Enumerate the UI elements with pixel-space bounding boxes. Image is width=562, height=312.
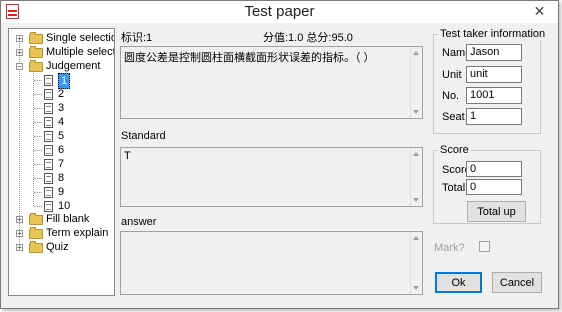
tree-item-label: 7 xyxy=(58,158,65,170)
collapse-icon[interactable]: − xyxy=(16,63,23,71)
tree-item-label: 3 xyxy=(58,102,65,114)
seat-field[interactable]: 1 xyxy=(466,108,522,125)
taker-info-title: Test taker information xyxy=(438,28,548,40)
expand-icon[interactable]: + xyxy=(16,35,23,43)
tree-item-label: Term explain xyxy=(46,227,109,239)
document-icon xyxy=(44,75,53,86)
tree-item-label: 4 xyxy=(58,116,65,128)
tree-item-judgement-7[interactable]: 7 xyxy=(9,157,114,171)
unit-label: Unit xyxy=(442,69,462,81)
tree-item-judgement-6[interactable]: 6 xyxy=(9,143,114,157)
cancel-button[interactable]: Cancel xyxy=(492,272,542,293)
document-icon xyxy=(44,173,53,184)
mark-label: Mark? xyxy=(434,242,465,254)
document-icon xyxy=(44,159,53,170)
folder-icon xyxy=(29,227,43,239)
seat-label: Seat xyxy=(442,111,465,123)
tree-item-term-explain[interactable]: + Term explain xyxy=(9,226,114,240)
tree-item-fill-blank[interactable]: + Fill blank xyxy=(9,212,114,226)
answer-box[interactable] xyxy=(120,231,423,295)
standard-answer-value: T xyxy=(124,150,131,162)
tree-item-label: 10 xyxy=(58,200,71,212)
no-label: No. xyxy=(442,90,460,102)
tree-item-label: Multiple selection xyxy=(46,46,115,58)
question-score-label: 分值:1.0 总分:95.0 xyxy=(263,32,353,44)
tree-item-judgement-10[interactable]: 10 xyxy=(9,199,114,213)
folder-icon xyxy=(29,32,43,44)
tree-item-judgement-9[interactable]: 9 xyxy=(9,185,114,199)
folder-icon xyxy=(29,241,43,253)
tree-item-judgement-1[interactable]: 1 xyxy=(9,73,114,89)
tree-item-multiple-selection[interactable]: + Multiple selection xyxy=(9,45,115,59)
tree-item-single-selection[interactable]: + Single selection xyxy=(9,31,114,45)
tree-item-label: Single selection xyxy=(46,32,114,44)
folder-open-icon xyxy=(29,60,43,72)
document-icon xyxy=(44,145,53,156)
title-bar: Test paper ✕ xyxy=(1,1,558,23)
document-icon xyxy=(44,117,53,128)
tree-item-label: 9 xyxy=(58,186,65,198)
test-paper-window: Test paper ✕ + Single selection + Multip… xyxy=(0,0,559,309)
standard-answer-box[interactable]: T xyxy=(120,147,423,207)
answer-label: answer xyxy=(121,216,157,228)
ok-button[interactable]: Ok xyxy=(435,272,482,293)
tree-item-label: Quiz xyxy=(46,241,69,253)
tree-item-label: Fill blank xyxy=(46,213,90,225)
close-icon[interactable]: ✕ xyxy=(522,1,557,22)
scrollbar[interactable] xyxy=(410,148,422,206)
question-text-box[interactable]: 圆度公差是控制圆柱面横截面形状误差的指标。（ ） xyxy=(120,46,423,119)
total-field[interactable]: 0 xyxy=(466,179,522,195)
tree-item-label: 2 xyxy=(58,88,65,100)
unit-field[interactable]: unit xyxy=(466,66,522,83)
window-title: Test paper xyxy=(244,3,315,20)
expand-icon[interactable]: + xyxy=(16,244,23,252)
tree-item-judgement-8[interactable]: 8 xyxy=(9,171,114,185)
tree-item-label: 8 xyxy=(58,172,65,184)
document-icon xyxy=(44,131,53,142)
number-field[interactable]: 1001 xyxy=(466,87,522,104)
expand-icon[interactable]: + xyxy=(16,216,23,224)
standard-label: Standard xyxy=(121,130,166,142)
tree-item-label: 6 xyxy=(58,144,65,156)
tree-item-judgement[interactable]: − Judgement xyxy=(9,59,114,73)
question-text: 圆度公差是控制圆柱面横截面形状误差的指标。（ ） xyxy=(124,52,375,64)
score-field[interactable]: 0 xyxy=(466,161,522,177)
tree-item-label: 5 xyxy=(58,130,65,142)
name-field[interactable]: Jason xyxy=(466,44,522,61)
scrollbar[interactable] xyxy=(410,47,422,118)
tree-item-judgement-2[interactable]: 2 xyxy=(9,87,114,101)
score-group-title: Score xyxy=(438,144,471,156)
folder-icon xyxy=(29,46,43,58)
total-label: Total xyxy=(442,182,466,194)
total-up-button[interactable]: Total up xyxy=(467,201,526,222)
tree-item-judgement-4[interactable]: 4 xyxy=(9,115,114,129)
tree-item-judgement-3[interactable]: 3 xyxy=(9,101,114,115)
question-tree[interactable]: + Single selection + Multiple selection … xyxy=(8,28,115,296)
tree-item-label: Judgement xyxy=(46,60,101,72)
document-icon xyxy=(44,103,53,114)
tree-item-judgement-5[interactable]: 5 xyxy=(9,129,114,143)
expand-icon[interactable]: + xyxy=(16,230,23,238)
document-icon xyxy=(44,201,53,212)
scrollbar[interactable] xyxy=(410,232,422,294)
question-id-label: 标识:1 xyxy=(121,32,153,44)
document-icon xyxy=(44,89,53,100)
tree-item-quiz[interactable]: + Quiz xyxy=(9,240,114,254)
folder-icon xyxy=(29,213,43,225)
expand-icon[interactable]: + xyxy=(16,49,23,57)
document-icon xyxy=(44,187,53,198)
mark-checkbox[interactable] xyxy=(479,241,490,252)
